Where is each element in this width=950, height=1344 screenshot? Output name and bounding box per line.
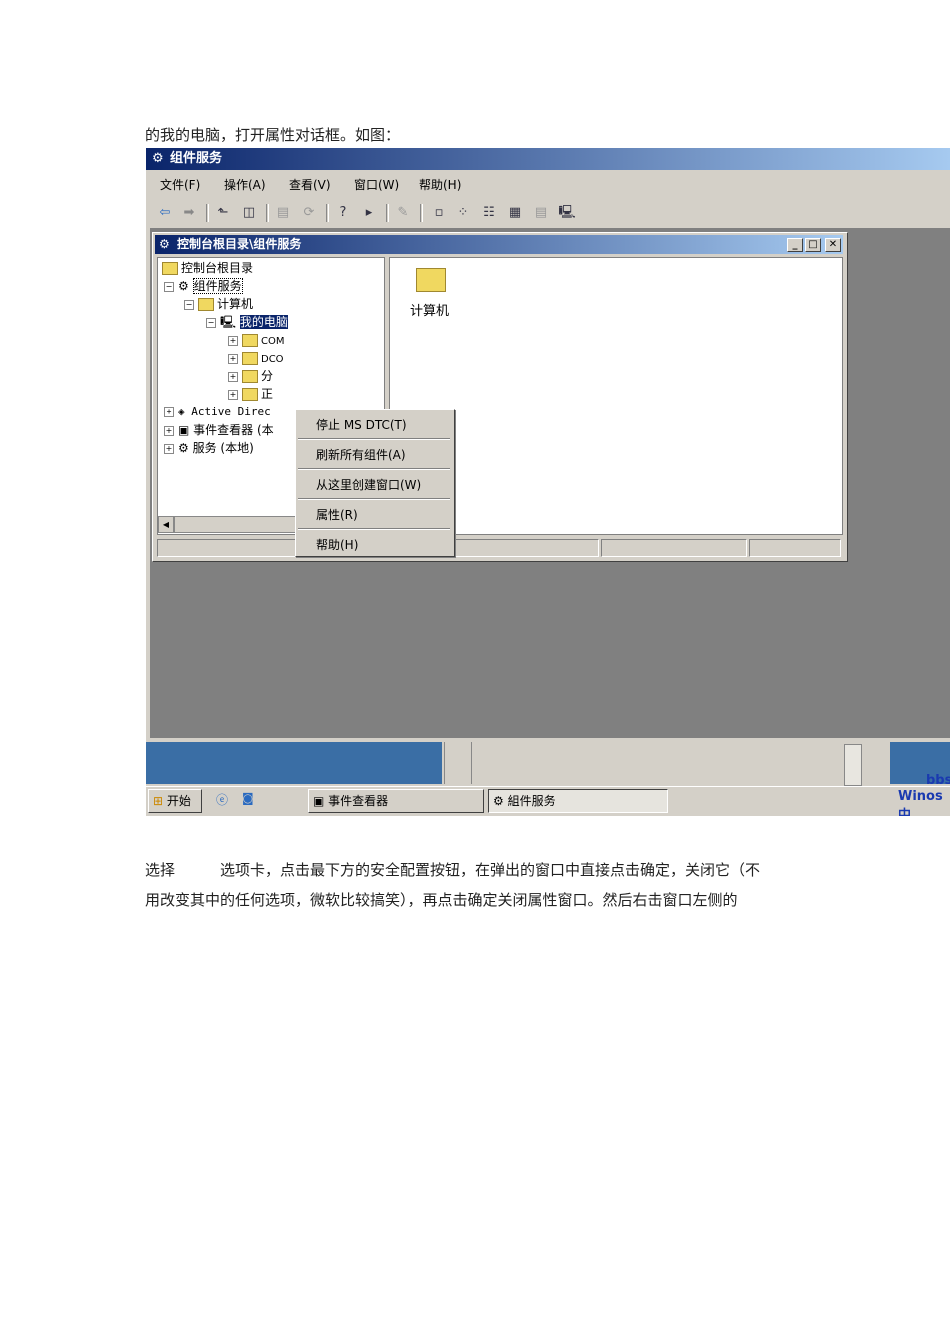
menu-help[interactable]: 帮助(H): [419, 172, 461, 198]
watermark-bbs: bbs: [926, 773, 950, 788]
menu-item-refresh-all[interactable]: 刷新所有组件(A): [316, 446, 406, 463]
refresh-icon[interactable]: ⟳: [300, 204, 318, 222]
tree-node-distributed[interactable]: + 分: [228, 368, 273, 384]
child-window-title: 控制台根目录\组件服务: [177, 237, 302, 251]
watermark-winos: Winos中: [898, 789, 943, 816]
window-title-bar: ⚙ 组件服务: [146, 148, 950, 170]
tree-node-running[interactable]: + 正: [228, 386, 273, 402]
tree-node-console-root[interactable]: 控制台根目录: [162, 260, 253, 276]
outlook-icon[interactable]: ◙: [242, 791, 254, 805]
mdi-client-area: ⚙ 控制台根目录\组件服务 _ □ ✕ 控制台根目录 − ⚙ 组件服务 − 计算机 …: [150, 228, 950, 738]
small-icons-icon[interactable]: ⁘: [454, 204, 472, 222]
intro-paragraph: 的我的电脑，打开属性对话框。如图：: [145, 126, 401, 144]
window-title: 组件服务: [170, 151, 223, 166]
tree-node-services[interactable]: + ⚙ 服务 (本地): [164, 440, 254, 456]
list-icon[interactable]: ☷: [480, 204, 498, 222]
desktop-area: [146, 742, 442, 784]
component-services-icon: ⚙: [152, 151, 164, 166]
menu-item-properties[interactable]: 属性(R): [316, 506, 358, 523]
computer-icon[interactable]: 🖳: [558, 204, 576, 222]
tree-node-event-viewer[interactable]: + ▣ 事件查看器 (本: [164, 422, 274, 438]
tree-node-active-directory[interactable]: + ◈ Active Direc: [164, 404, 271, 420]
taskbar: ⊞ 开始 ⓔ ◙ ▣ 事件查看器 ⚙ 組件服务 bbs Winos中: [146, 773, 950, 816]
grid-icon[interactable]: ▤: [532, 204, 550, 222]
body-paragraph-line-2: 用改变其中的任何选项，微软比较搞笑），再点击确定关闭属性窗口。然后右击窗口左侧的: [145, 891, 738, 909]
show-hide-tree-icon[interactable]: ◫: [240, 204, 258, 222]
menu-view[interactable]: 查看(V): [289, 172, 331, 198]
taskbar-button-event-viewer[interactable]: ▣ 事件查看器: [308, 789, 484, 813]
start-button[interactable]: ⊞ 开始: [148, 789, 202, 813]
status-pane-3: [749, 539, 841, 557]
child-window-title-bar: ⚙ 控制台根目录\组件服务 _ □ ✕: [155, 235, 843, 254]
ie-icon[interactable]: ⓔ: [216, 791, 228, 808]
tree-node-component-services[interactable]: − ⚙ 组件服务: [164, 278, 243, 294]
taskbar-button-component-services[interactable]: ⚙ 組件服务: [488, 789, 668, 813]
toolbar: ⇦ ➡ ⬑ ◫ ▤ ⟳ ? ▸ ✎ ▫ ⁘ ☷ ▦ ▤ 🖳: [146, 200, 950, 226]
screenshot-component-services: ⚙ 组件服务 文件(F) 操作(A) 查看(V) 窗口(W) 帮助(H) ⇦ ➡…: [146, 148, 950, 816]
body-paragraph-line-1: 选择 选项卡，点击最下方的安全配置按钮，在弹出的窗口中直接点击确定，关闭它（不: [145, 861, 761, 879]
maximize-button[interactable]: □: [805, 238, 821, 252]
tree-node-computers[interactable]: − 计算机: [184, 296, 253, 312]
vertical-scrollbar[interactable]: [844, 744, 862, 786]
tree-node-com[interactable]: + COM: [228, 332, 284, 350]
menu-window[interactable]: 窗口(W): [354, 172, 399, 198]
up-level-icon[interactable]: ⬑: [214, 204, 232, 222]
help-icon[interactable]: ?: [334, 204, 352, 222]
close-button[interactable]: ✕: [825, 238, 841, 252]
menu-item-help[interactable]: 帮助(H): [316, 536, 358, 553]
result-pane: 计算机: [389, 257, 843, 535]
action-pane-icon[interactable]: ▸: [360, 204, 378, 222]
tree-node-my-computer[interactable]: − 🖳 我的电脑: [206, 314, 288, 330]
menu-action[interactable]: 操作(A): [224, 172, 266, 198]
status-pane-2: [601, 539, 747, 557]
context-menu: 停止 MS DTC(T) 刷新所有组件(A) 从这里创建窗口(W) 属性(R) …: [295, 409, 455, 557]
back-icon[interactable]: ⇦: [156, 204, 174, 222]
child-window: ⚙ 控制台根目录\组件服务 _ □ ✕ 控制台根目录 − ⚙ 组件服务 − 计算机 …: [152, 232, 848, 562]
new-icon[interactable]: ✎: [394, 204, 412, 222]
details-icon[interactable]: ▦: [506, 204, 524, 222]
menu-item-stop-msdtc[interactable]: 停止 MS DTC(T): [316, 416, 407, 433]
large-icons-icon[interactable]: ▫: [430, 204, 448, 222]
tree-node-dcom[interactable]: + DCO: [228, 350, 284, 368]
folder-icon: [416, 268, 446, 292]
menu-bar: 文件(F) 操作(A) 查看(V) 窗口(W) 帮助(H): [146, 172, 950, 198]
menu-item-new-window[interactable]: 从这里创建窗口(W): [316, 476, 421, 493]
minimize-button[interactable]: _: [787, 238, 803, 252]
menu-file[interactable]: 文件(F): [160, 172, 200, 198]
forward-icon[interactable]: ➡: [180, 204, 198, 222]
export-icon[interactable]: ▤: [274, 204, 292, 222]
result-item-computers[interactable]: 计算机: [410, 300, 449, 319]
